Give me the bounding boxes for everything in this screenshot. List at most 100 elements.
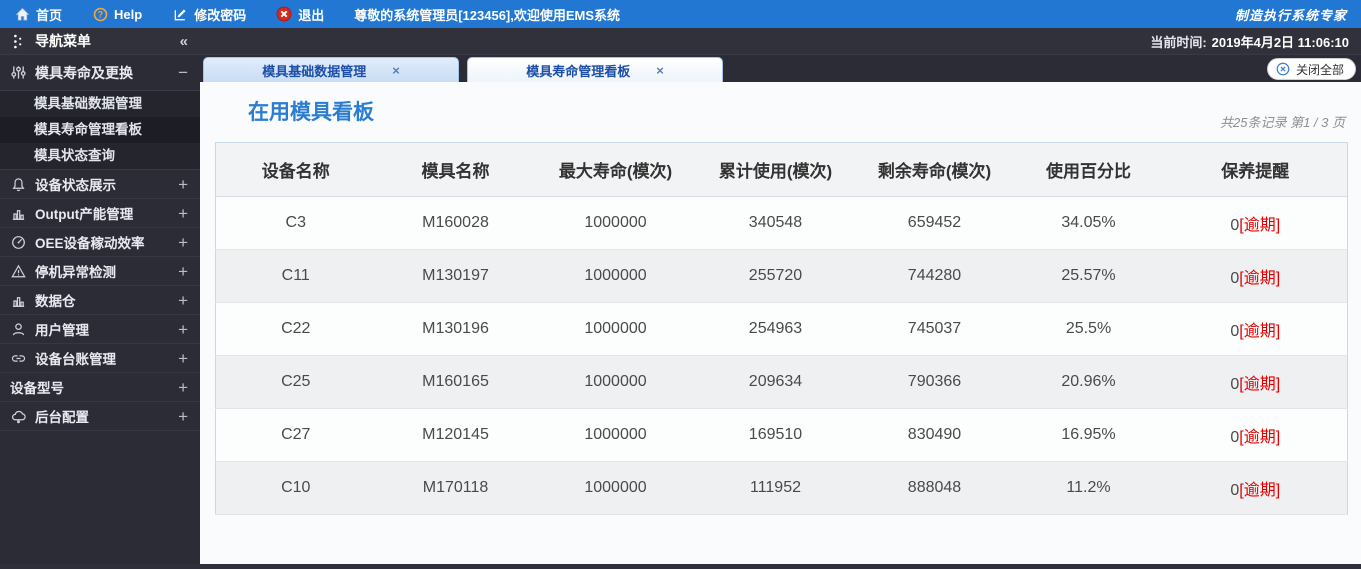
- sidebar-menu-item[interactable]: 设备型号 +: [0, 373, 200, 402]
- bottom-strip: [0, 564, 1361, 569]
- table-cell-device: C25: [215, 355, 376, 409]
- sidebar-menu-item[interactable]: 设备状态展示 +: [0, 170, 200, 199]
- table-cell-remaining: 659452: [855, 196, 1014, 250]
- table-cell-device: C11: [215, 249, 376, 303]
- help-button[interactable]: ? Help: [92, 6, 142, 22]
- sidebar-menu-item[interactable]: 数据仓 +: [0, 286, 200, 315]
- collapse-minus-icon[interactable]: −: [178, 64, 188, 81]
- expand-plus-icon[interactable]: +: [178, 408, 188, 425]
- table-cell-max-life: 1000000: [535, 196, 696, 250]
- table-header-cell: 剩余寿命(模次): [855, 142, 1014, 197]
- body-row: 模具寿命及更换 − 模具基础数据管理 模具寿命管理看板 模具状态查询 设备状态展示 +…: [0, 55, 1361, 564]
- tab-bar: 模具基础数据管理 × 模具寿命管理看板 × 关闭全部: [200, 55, 1361, 82]
- brand-slogan: 制造执行系统专家: [1234, 7, 1347, 23]
- sidebar-submenu-item[interactable]: 模具寿命管理看板: [0, 117, 200, 143]
- top-bar: 首页 ? Help 修改密码 退出 尊敬的系统管理员[123456],欢迎使用E…: [0, 0, 1361, 28]
- table-row: C3 M160028 1000000 340548 659452 34.05% 0[逾期]: [215, 196, 1348, 250]
- table-cell-max-life: 1000000: [535, 249, 696, 303]
- warning-icon: [10, 263, 26, 279]
- sidebar-menu-item[interactable]: 设备台账管理 +: [0, 344, 200, 373]
- logout-label: 退出: [298, 7, 325, 23]
- table-cell-remaining: 744280: [855, 249, 1014, 303]
- tab-label: 模具基础数据管理: [262, 63, 367, 79]
- sidebar-submenu: 模具基础数据管理 模具寿命管理看板 模具状态查询: [0, 91, 200, 170]
- gauge-icon: [10, 234, 26, 250]
- home-button[interactable]: 首页: [14, 5, 62, 24]
- expand-plus-icon[interactable]: +: [178, 234, 188, 251]
- table-cell-used: 169510: [695, 408, 856, 462]
- sidebar-group-label: 模具寿命及更换: [35, 64, 133, 81]
- tab-mold-life-board[interactable]: 模具寿命管理看板 ×: [467, 57, 723, 82]
- drag-dots-icon: [10, 33, 26, 49]
- table-body: C3 M160028 1000000 340548 659452 34.05% 0[逾期] C…: [215, 196, 1348, 515]
- table-header-cell: 模具名称: [375, 142, 536, 197]
- close-circle-icon: [1275, 61, 1291, 77]
- table-cell-remaining: 790366: [855, 355, 1014, 409]
- sidebar-item-label: 用户管理: [35, 323, 89, 338]
- close-all-button[interactable]: 关闭全部: [1266, 58, 1356, 80]
- sidebar-menu-item[interactable]: Output产能管理 +: [0, 199, 200, 228]
- logout-button[interactable]: 退出: [276, 5, 324, 24]
- sidebar-submenu-item[interactable]: 模具基础数据管理: [0, 91, 200, 117]
- sidebar-item-label: OEE设备稼动效率: [35, 236, 145, 251]
- expand-plus-icon[interactable]: +: [178, 205, 188, 222]
- table-cell-mold: M130197: [375, 249, 536, 303]
- sidebar-item-label: 数据仓: [35, 294, 76, 309]
- ledger-icon: [10, 350, 26, 366]
- table-cell-percent: 34.05%: [1013, 196, 1164, 250]
- sidebar-menu-item[interactable]: OEE设备稼动效率 +: [0, 228, 200, 257]
- maintenance-count: 0: [1230, 217, 1240, 234]
- mold-board-table: 设备名称 模具名称 最大寿命(模次) 累计使用(模次) 剩余寿命(模次) 使用百分比 保养提…: [215, 142, 1348, 515]
- table-cell-percent: 16.95%: [1013, 408, 1164, 462]
- sidebar-menu-item[interactable]: 停机异常检测 +: [0, 257, 200, 286]
- expand-plus-icon[interactable]: +: [178, 292, 188, 309]
- sidebar-item-label: 设备状态展示: [35, 178, 116, 193]
- page-title: 在用模具看板: [248, 101, 374, 124]
- table-cell-used: 111952: [695, 461, 856, 515]
- expand-plus-icon[interactable]: +: [178, 379, 188, 396]
- overdue-badge: [逾期]: [1239, 323, 1281, 340]
- tab-label: 模具寿命管理看板: [526, 63, 631, 79]
- table-cell-max-life: 1000000: [535, 408, 696, 462]
- sliders-icon: [10, 65, 26, 81]
- change-password-label: 修改密码: [194, 7, 247, 23]
- bell-icon: [10, 176, 26, 192]
- content-area: 在用模具看板 共25条记录 第1 / 3 页 设备名称 模具名称 最大寿命(模次) 累…: [200, 82, 1361, 564]
- collapse-sidebar-icon[interactable]: «: [180, 33, 188, 50]
- table-header-row: 设备名称 模具名称 最大寿命(模次) 累计使用(模次) 剩余寿命(模次) 使用百分比 保养提…: [215, 142, 1348, 197]
- expand-plus-icon[interactable]: +: [178, 176, 188, 193]
- table-cell-mold: M120145: [375, 408, 536, 462]
- table-cell-maintenance: 0[逾期]: [1163, 196, 1348, 250]
- table-cell-mold: M130196: [375, 302, 536, 356]
- sidebar-item-label: 后台配置: [35, 410, 89, 425]
- table-header-cell: 设备名称: [215, 142, 376, 197]
- change-password-button[interactable]: 修改密码: [172, 5, 246, 24]
- current-time-value: 2019年4月2日 11:06:10: [1211, 34, 1349, 50]
- app-window: 首页 ? Help 修改密码 退出 尊敬的系统管理员[123456],欢迎使用E…: [0, 0, 1361, 569]
- nav-menu-header: 导航菜单 «: [0, 28, 200, 54]
- overdue-badge: [逾期]: [1239, 429, 1281, 446]
- table-cell-max-life: 1000000: [535, 355, 696, 409]
- sidebar-item-label: 停机异常检测: [35, 265, 116, 280]
- table-header-cell: 累计使用(模次): [695, 142, 856, 197]
- sidebar-submenu-item[interactable]: 模具状态查询: [0, 143, 200, 169]
- edit-icon: [172, 6, 188, 22]
- tab-close-icon[interactable]: ×: [656, 63, 664, 78]
- table-cell-maintenance: 0[逾期]: [1163, 461, 1348, 515]
- table-cell-percent: 25.57%: [1013, 249, 1164, 303]
- help-icon: ?: [92, 6, 108, 22]
- tab-close-icon[interactable]: ×: [392, 63, 400, 78]
- sidebar-menu-item[interactable]: 用户管理 +: [0, 315, 200, 344]
- tab-mold-basic-data[interactable]: 模具基础数据管理 ×: [203, 57, 459, 82]
- table-cell-max-life: 1000000: [535, 461, 696, 515]
- sidebar-menu-item[interactable]: 后台配置 +: [0, 402, 200, 431]
- table-cell-used: 340548: [695, 196, 856, 250]
- expand-plus-icon[interactable]: +: [178, 321, 188, 338]
- expand-plus-icon[interactable]: +: [178, 350, 188, 367]
- svg-text:?: ?: [97, 9, 102, 19]
- table-cell-mold: M170118: [375, 461, 536, 515]
- sidebar: 模具寿命及更换 − 模具基础数据管理 模具寿命管理看板 模具状态查询 设备状态展示 +…: [0, 55, 200, 564]
- expand-plus-icon[interactable]: +: [178, 263, 188, 280]
- bar-chart-icon: [10, 292, 26, 308]
- sidebar-group-mold-life[interactable]: 模具寿命及更换 −: [0, 55, 200, 91]
